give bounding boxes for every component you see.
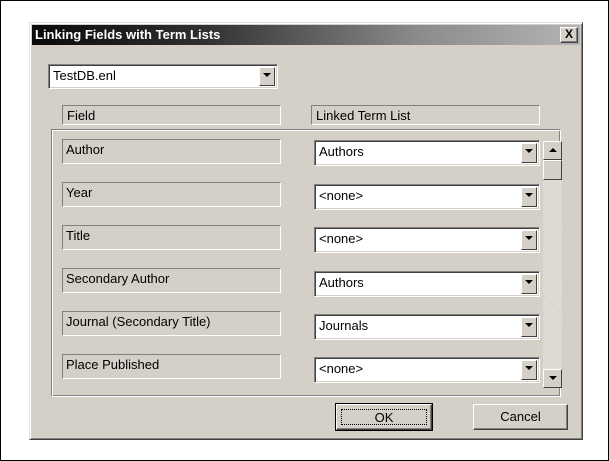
scrollbar-thumb[interactable] bbox=[543, 160, 562, 180]
field-label-text: Secondary Author bbox=[66, 271, 170, 286]
term-list-value: <none> bbox=[319, 361, 364, 376]
cancel-button[interactable]: Cancel bbox=[473, 404, 568, 430]
chevron-down-icon[interactable] bbox=[521, 317, 537, 337]
chevron-down-icon[interactable] bbox=[521, 274, 537, 294]
chevron-down-icon[interactable] bbox=[521, 360, 537, 380]
field-label-text: Author bbox=[66, 142, 105, 157]
term-list-select-year[interactable]: <none> bbox=[314, 184, 540, 210]
term-list-select-author[interactable]: Authors bbox=[314, 140, 540, 166]
field-header-label: Field bbox=[67, 108, 96, 123]
scroll-down-arrow-icon[interactable] bbox=[543, 369, 562, 388]
term-list-value: Authors bbox=[319, 275, 364, 290]
linked-term-list-column-header: Linked Term List bbox=[311, 105, 540, 125]
field-label-text: Year bbox=[66, 185, 93, 200]
term-list-value: Journals bbox=[319, 318, 369, 333]
field-label-title: Title bbox=[62, 225, 281, 250]
title-bar[interactable]: Linking Fields with Term Lists X bbox=[32, 25, 580, 45]
linking-fields-dialog: Linking Fields with Term Lists X TestDB.… bbox=[29, 22, 583, 440]
chevron-down-icon[interactable] bbox=[521, 143, 537, 163]
close-button[interactable]: X bbox=[560, 27, 578, 43]
field-label-text: Journal (Secondary Title) bbox=[66, 314, 211, 329]
ok-button-label: OK bbox=[341, 409, 427, 425]
term-list-select-title[interactable]: <none> bbox=[314, 227, 540, 253]
term-list-select-secondary-author[interactable]: Authors bbox=[314, 271, 540, 297]
field-label-text: Place Published bbox=[66, 357, 160, 372]
term-list-value: Authors bbox=[319, 144, 364, 159]
library-select[interactable]: TestDB.enl bbox=[48, 64, 278, 89]
library-select-value: TestDB.enl bbox=[53, 68, 116, 83]
linked-header-label: Linked Term List bbox=[316, 108, 411, 123]
field-label-author: Author bbox=[62, 139, 281, 164]
field-label-year: Year bbox=[62, 182, 281, 207]
term-list-value: <none> bbox=[319, 188, 364, 203]
scroll-up-arrow-icon[interactable] bbox=[543, 141, 562, 160]
vertical-scrollbar[interactable] bbox=[543, 141, 562, 388]
chevron-down-icon[interactable] bbox=[521, 187, 537, 207]
close-icon: X bbox=[564, 27, 573, 41]
field-label-text: Title bbox=[66, 228, 91, 243]
ok-button[interactable]: OK bbox=[335, 403, 433, 431]
dialog-title: Linking Fields with Term Lists bbox=[35, 27, 221, 42]
field-label-place-published: Place Published bbox=[62, 354, 281, 379]
field-column-header: Field bbox=[62, 105, 281, 125]
term-list-select-journal[interactable]: Journals bbox=[314, 314, 540, 340]
field-label-secondary-author: Secondary Author bbox=[62, 268, 281, 293]
chevron-down-icon[interactable] bbox=[259, 67, 275, 86]
chevron-down-icon[interactable] bbox=[521, 230, 537, 250]
term-list-value: <none> bbox=[319, 231, 364, 246]
field-label-journal: Journal (Secondary Title) bbox=[62, 311, 281, 336]
term-list-select-place-published[interactable]: <none> bbox=[314, 357, 540, 383]
